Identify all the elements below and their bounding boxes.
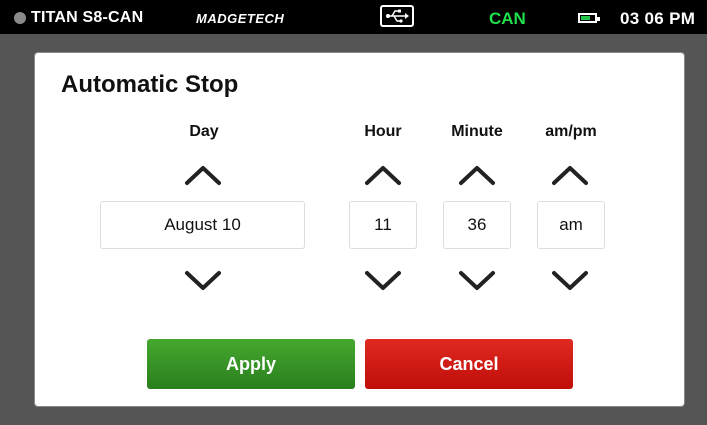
- ampm-increment-button[interactable]: [550, 163, 590, 187]
- hour-increment-button[interactable]: [363, 163, 403, 187]
- ampm-field[interactable]: am: [537, 201, 605, 249]
- status-bar: TITAN S8-CAN MADGETECH CAN 03 06 PM: [0, 0, 707, 34]
- day-field[interactable]: August 10: [100, 201, 305, 249]
- cancel-button[interactable]: Cancel: [365, 339, 573, 389]
- minute-label: Minute: [451, 123, 503, 140]
- minute-field[interactable]: 36: [443, 201, 511, 249]
- minute-decrement-button[interactable]: [457, 269, 497, 293]
- brand-label: MADGETECH: [196, 11, 285, 26]
- ampm-label: am/pm: [545, 123, 597, 140]
- hour-field[interactable]: 11: [349, 201, 417, 249]
- minute-increment-button[interactable]: [457, 163, 497, 187]
- automatic-stop-dialog: Automatic Stop Day August 10 Hour 11 Min…: [34, 52, 685, 407]
- hour-decrement-button[interactable]: [363, 269, 403, 293]
- day-decrement-button[interactable]: [183, 269, 223, 293]
- battery-level: [581, 16, 590, 20]
- device-name: TITAN S8-CAN: [31, 9, 144, 26]
- ampm-decrement-button[interactable]: [550, 269, 590, 293]
- dialog-title: Automatic Stop: [61, 71, 239, 98]
- day-label: Day: [189, 123, 219, 140]
- apply-button[interactable]: Apply: [147, 339, 355, 389]
- status-dot-icon: [14, 12, 26, 24]
- clock: 03 06 PM: [620, 9, 696, 28]
- usb-icon: [380, 5, 414, 27]
- day-increment-button[interactable]: [183, 163, 223, 187]
- mode-label: CAN: [489, 9, 526, 28]
- hour-label: Hour: [364, 123, 402, 140]
- battery-icon: [578, 13, 600, 23]
